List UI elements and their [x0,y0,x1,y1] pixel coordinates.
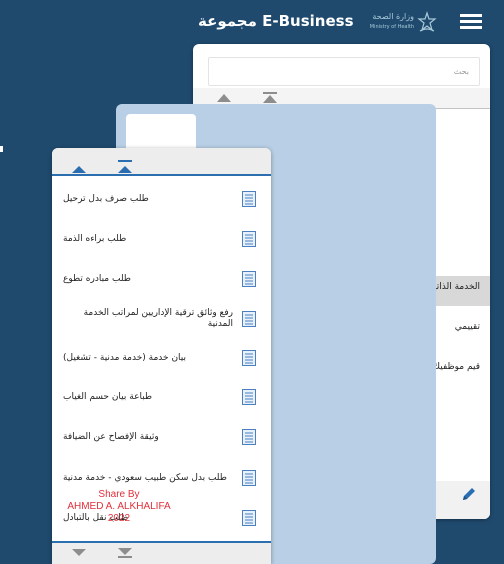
pencil-icon[interactable] [460,485,478,503]
scroll-to-bottom-icon[interactable] [118,548,132,555]
list-item-label: رفع وثائق ترقية الإداريين لمراتب الخدمة … [83,308,233,329]
edge-indicator [0,146,3,152]
scroll-to-top-icon[interactable] [263,95,277,103]
scroll-up-icon[interactable] [72,166,86,173]
list-item[interactable]: طلب مبادره تطوع [52,259,271,299]
document-icon [242,271,256,287]
document-icon [242,311,256,327]
document-icon [242,231,256,247]
search-input[interactable] [209,58,479,85]
watermark-line: AHMED A. ALKHALIFA [67,501,171,512]
scroll-bottom-bar-icon [118,556,132,558]
menu-item-my-evaluation[interactable]: تقييمي [455,322,480,332]
list-item-label: وثيقة الإفصاح عن الضيافة [63,431,159,442]
document-icon [242,350,256,366]
scroll-down-icon[interactable] [72,549,86,556]
page-title: مجموعة E-Business [198,12,354,30]
top-bar: مجموعة E-Business وزارة الصحة Ministry o… [0,0,504,44]
list-item[interactable]: بيان خدمة (خدمة مدنية - تشغيل) [52,338,271,378]
scroll-controls-bottom [52,543,271,564]
ministry-emblem-icon [417,11,437,32]
watermark-line: 2022 [107,513,131,524]
hamburger-menu-icon[interactable] [460,14,482,30]
list-item-label: طلب صرف بدل ترحيل [63,193,149,204]
logo-text-en: Ministry of Health [369,24,414,30]
list-item[interactable]: طلب براءه الذمة [52,219,271,259]
document-icon [242,191,256,207]
document-icon [242,510,256,526]
document-icon [242,429,256,445]
search-box[interactable] [208,57,480,86]
list-item-label: طباعة بيان حسم الغياب [63,391,153,402]
menu-item-evaluate-employees[interactable]: قيم موظفيك [433,362,480,372]
scroll-top-bar-icon [263,92,277,94]
list-item-label: بيان خدمة (خدمة مدنية - تشغيل) [63,352,187,363]
list-item-label: طلب مبادره تطوع [63,273,131,284]
list-item-label: طلب براءه الذمة [63,233,127,244]
list-item[interactable]: طلب صرف بدل ترحيل [52,179,271,219]
list-item[interactable]: رفع وثائق ترقية الإداريين لمراتب الخدمة … [52,299,271,339]
document-icon [242,389,256,405]
document-icon [242,470,256,486]
logo-text-ar: وزارة الصحة [372,12,414,21]
list-item[interactable]: طباعة بيان حسم الغياب [52,377,271,417]
ministry-logo: وزارة الصحة Ministry of Health [360,11,438,35]
scroll-controls-top [52,148,271,174]
scroll-up-icon[interactable] [217,94,231,102]
watermark-line: Share By [98,489,140,500]
header-divider [52,174,271,176]
list-item[interactable]: وثيقة الإفصاح عن الضيافة [52,417,271,457]
watermark: Share By AHMED A. ALKHALIFA 2022 [62,489,176,525]
scroll-to-top-icon[interactable] [118,166,132,173]
scroll-top-bar-icon [118,160,132,162]
